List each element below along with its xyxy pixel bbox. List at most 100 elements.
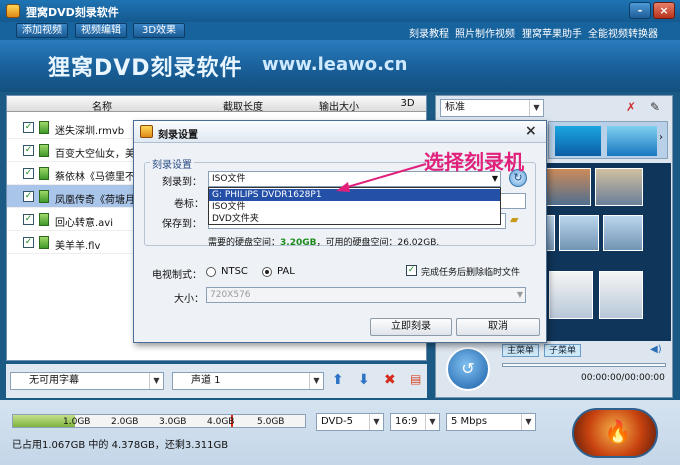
space-prefix: 需要的硬盘空间： xyxy=(208,238,281,248)
clear-list-icon[interactable]: ▤ xyxy=(410,372,421,386)
row-checkbox[interactable]: ✓ xyxy=(23,168,34,179)
aspect-ratio-select[interactable]: 16:9 ▼ xyxy=(390,413,440,431)
template-select[interactable]: 标准 ▼ xyxy=(440,99,544,117)
chevron-down-icon: ▼ xyxy=(529,100,543,116)
tab-add-video[interactable]: 添加视频 xyxy=(16,23,68,38)
row-checkbox[interactable]: ✓ xyxy=(23,145,34,156)
preview-thumbnail xyxy=(543,168,591,206)
template-thumbnails[interactable]: › xyxy=(548,121,668,159)
capacity-bar: 1.0GB 2.0GB 3.0GB 4.0GB 5.0GB xyxy=(12,414,306,428)
row-checkbox[interactable]: ✓ xyxy=(23,214,34,225)
file-name: 百变大空仙女，美 xyxy=(55,149,135,160)
annotation-arrow-icon xyxy=(336,163,427,192)
burn-to-label: 刻录到： xyxy=(162,177,202,188)
template-thumbnail[interactable] xyxy=(555,126,601,156)
edit-icon[interactable]: ✎ xyxy=(650,100,660,114)
burn-now-button[interactable]: 立即刻录 xyxy=(370,318,452,336)
audio-value: 声道 1 xyxy=(191,375,221,386)
banner-brand: 狸窝DVD刻录软件 xyxy=(48,56,243,81)
link-video-converter[interactable]: 全能视频转换器 xyxy=(588,25,658,40)
burn-to-value: ISO文件 xyxy=(212,174,246,184)
minimize-button[interactable]: - xyxy=(629,2,651,19)
space-required: 3.20GB xyxy=(280,238,317,248)
tab-video-edit[interactable]: 视频编辑 xyxy=(75,23,127,38)
preview-thumbnail xyxy=(603,215,643,251)
bottom-bar: 1.0GB 2.0GB 3.0GB 4.0GB 5.0GB DVD-5 ▼ 16:… xyxy=(0,400,680,465)
tab-main-menu[interactable]: 主菜单 xyxy=(502,344,540,357)
capacity-tick: 2.0GB xyxy=(111,417,139,427)
column-3d[interactable]: 3D xyxy=(389,98,426,109)
chevron-right-icon[interactable]: › xyxy=(659,132,663,143)
capacity-tick: 4.0GB xyxy=(207,417,235,427)
preview-thumbnail xyxy=(559,215,599,251)
table-header: 名称 截取长度 输出大小 3D xyxy=(7,96,426,113)
bitrate-select[interactable]: 5 Mbps ▼ xyxy=(446,413,536,431)
link-apple-helper[interactable]: 狸窝苹果助手 xyxy=(522,25,582,40)
ntsc-radio[interactable] xyxy=(206,267,216,277)
pal-label: PAL xyxy=(277,266,295,277)
dialog-title: 刻录设置 xyxy=(158,130,198,141)
link-burn-tutorial[interactable]: 刻录教程 xyxy=(409,25,449,40)
chevron-down-icon: ▼ xyxy=(521,414,535,430)
cancel-button[interactable]: 取消 xyxy=(456,318,540,336)
flame-icon: 🔥 xyxy=(604,420,632,445)
dialog-logo-icon xyxy=(140,125,153,138)
file-icon xyxy=(39,167,49,180)
delete-icon[interactable]: ✖ xyxy=(384,372,396,388)
app-logo-icon xyxy=(6,4,20,18)
folder-icon[interactable]: ▰ xyxy=(510,213,518,226)
column-name[interactable]: 名称 xyxy=(7,98,197,113)
tab-3d-effect[interactable]: 3D效果 xyxy=(133,23,185,38)
chevron-down-icon: ▼ xyxy=(425,414,439,430)
burn-button[interactable]: 🔥 xyxy=(572,408,658,458)
row-checkbox[interactable]: ✓ xyxy=(23,191,34,202)
file-name: 蔡依林《马德里不 xyxy=(55,172,135,183)
preview-thumbnail xyxy=(599,271,643,319)
remove-template-icon[interactable]: ✗ xyxy=(626,100,636,114)
column-output-size[interactable]: 输出大小 xyxy=(289,98,389,113)
annotation-text: 选择刻录机 xyxy=(424,150,524,174)
capacity-tick: 5.0GB xyxy=(257,417,285,427)
tv-standard-label: 电视制式： xyxy=(152,270,202,281)
dropdown-option[interactable]: DVD文件夹 xyxy=(209,213,500,225)
size-value: 720X576 xyxy=(210,290,251,300)
column-clip-length[interactable]: 截取长度 xyxy=(197,98,289,113)
volume-icon[interactable]: ◀) xyxy=(650,344,662,355)
banner-url: www.leawo.cn xyxy=(262,54,408,75)
file-name: 迷失深圳.rmvb xyxy=(55,126,125,137)
template-thumbnail[interactable] xyxy=(607,126,657,156)
status-text: 已占用1.067GB 中的 4.378GB，还剩3.311GB xyxy=(12,440,229,451)
audio-select[interactable]: 声道 1 ▼ xyxy=(172,372,324,390)
navigation-pad-icon[interactable]: ↺ xyxy=(446,347,490,391)
row-checkbox[interactable]: ✓ xyxy=(23,122,34,133)
file-name: 美羊羊.flv xyxy=(55,241,101,252)
bitrate-value: 5 Mbps xyxy=(451,416,488,427)
row-checkbox[interactable]: ✓ xyxy=(23,237,34,248)
subtitle-value: 无可用字幕 xyxy=(29,375,79,386)
size-select: 720X576 ▼ xyxy=(206,287,526,303)
app-title: 狸窝DVD刻录软件 xyxy=(26,6,119,19)
delete-temp-checkbox[interactable]: ✓ xyxy=(406,265,417,276)
file-name: 回心转意.avi xyxy=(55,218,114,229)
seek-bar[interactable] xyxy=(502,363,666,367)
disc-type-select[interactable]: DVD-5 ▼ xyxy=(316,413,384,431)
pal-radio[interactable] xyxy=(262,267,272,277)
subtitle-select[interactable]: 无可用字幕 ▼ xyxy=(10,372,164,390)
template-value: 标准 xyxy=(445,102,465,113)
link-photo-video[interactable]: 照片制作视频 xyxy=(455,25,515,40)
move-up-icon[interactable]: ⬆ xyxy=(332,372,344,388)
close-button[interactable]: × xyxy=(653,2,675,19)
chevron-down-icon: ▼ xyxy=(149,373,163,389)
tab-sub-menu[interactable]: 子菜单 xyxy=(544,344,582,357)
player-controls: ↺ 主菜单 子菜单 ◀) 00:00:00/00:00:00 xyxy=(436,343,672,397)
volume-label: 卷标： xyxy=(174,199,204,210)
file-name: 凤凰传奇《荷塘月 xyxy=(55,195,135,206)
left-control-bar: 无可用字幕 ▼ 声道 1 ▼ ⬆ ⬇ ✖ ▤ xyxy=(6,364,427,398)
file-icon xyxy=(39,121,49,134)
close-icon[interactable]: × xyxy=(525,123,537,139)
save-to-label: 保存到： xyxy=(162,219,202,230)
dropdown-option[interactable]: ISO文件 xyxy=(209,201,500,213)
move-down-icon[interactable]: ⬇ xyxy=(358,372,370,388)
file-icon xyxy=(39,236,49,249)
group-label: 刻录设置 xyxy=(150,156,194,171)
